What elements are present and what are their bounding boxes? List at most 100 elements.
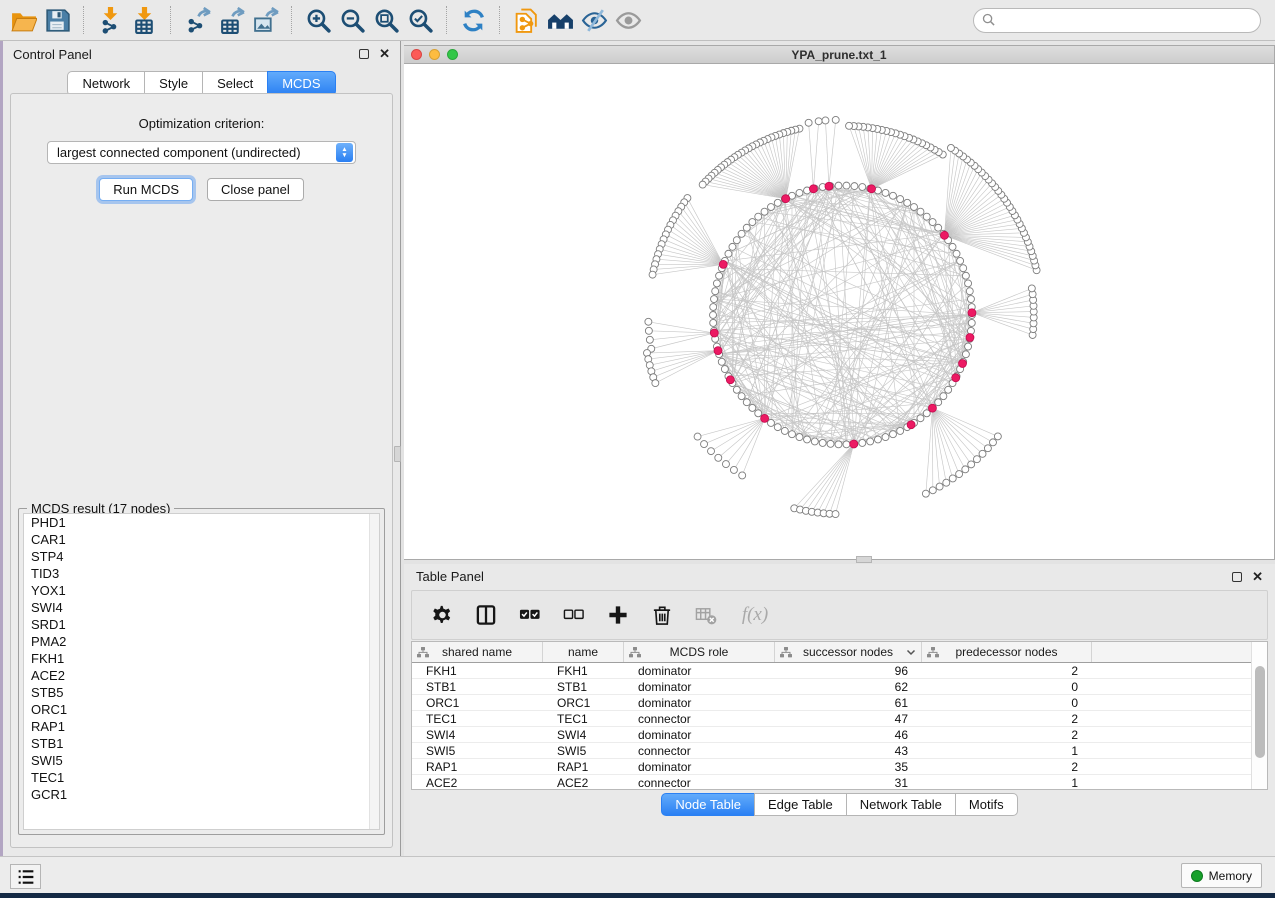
mcds-hub-node[interactable] [726,376,734,384]
cell-mcds_role[interactable]: dominator [624,727,775,742]
mcds-hub-node[interactable] [809,185,817,193]
result-node[interactable]: STB5 [24,684,379,701]
cell-shared_name[interactable]: STB1 [412,679,543,694]
save-session-icon[interactable] [40,4,74,36]
table-scrollbar-thumb[interactable] [1255,666,1265,758]
import-network-icon[interactable] [93,4,127,36]
result-node[interactable]: SWI5 [24,752,379,769]
mcds-hub-node[interactable] [907,421,915,429]
show-columns-icon[interactable] [474,603,498,627]
cell-shared_name[interactable]: ACE2 [412,775,543,789]
result-node[interactable]: STP4 [24,548,379,565]
tab-edge-table[interactable]: Edge Table [754,793,846,816]
mcds-hub-node[interactable] [959,360,967,368]
cell-successor_nodes[interactable]: 62 [775,679,922,694]
zoom-selected-icon[interactable] [403,4,437,36]
float-table-panel-icon[interactable] [1232,572,1242,582]
cell-mcds_role[interactable]: connector [624,775,775,789]
result-node[interactable]: PMA2 [24,633,379,650]
result-node[interactable]: SRD1 [24,616,379,633]
cell-predecessor_nodes[interactable]: 0 [922,679,1092,694]
result-node[interactable]: YOX1 [24,582,379,599]
cell-successor_nodes[interactable]: 47 [775,711,922,726]
function-builder-icon[interactable]: f(x) [738,603,772,627]
show-panels-button[interactable] [10,864,41,889]
cell-name[interactable]: STB1 [543,679,624,694]
export-network-icon[interactable] [180,4,214,36]
table-row[interactable]: ORC1ORC1dominator610 [412,695,1251,711]
mcds-hub-node[interactable] [868,185,876,193]
import-table-icon[interactable] [127,4,161,36]
horizontal-splitter-grip[interactable] [856,556,872,563]
result-node[interactable]: PHD1 [24,514,379,531]
table-row[interactable]: SWI4SWI4dominator462 [412,727,1251,743]
cell-name[interactable]: TEC1 [543,711,624,726]
cell-successor_nodes[interactable]: 46 [775,727,922,742]
destroy-table-icon[interactable] [694,603,718,627]
mcds-hub-node[interactable] [850,440,858,448]
settings-icon[interactable] [430,603,454,627]
cell-shared_name[interactable]: SWI5 [412,743,543,758]
cell-predecessor_nodes[interactable]: 2 [922,727,1092,742]
mcds-hub-node[interactable] [719,260,727,268]
splitter-grip[interactable] [394,446,401,462]
refresh-icon[interactable] [456,4,490,36]
cell-predecessor_nodes[interactable]: 2 [922,663,1092,678]
mcds-hub-node[interactable] [761,414,769,422]
table-row[interactable]: FKH1FKH1dominator962 [412,663,1251,679]
cell-successor_nodes[interactable]: 96 [775,663,922,678]
cell-name[interactable]: RAP1 [543,759,624,774]
tab-node-table[interactable]: Node Table [661,793,754,816]
show-eye-icon[interactable] [611,4,645,36]
cell-predecessor_nodes[interactable]: 1 [922,743,1092,758]
tab-network-table[interactable]: Network Table [846,793,955,816]
cell-mcds_role[interactable]: dominator [624,695,775,710]
result-node[interactable]: TEC1 [24,769,379,786]
export-table-icon[interactable] [214,4,248,36]
cell-shared_name[interactable]: TEC1 [412,711,543,726]
column-header-shared-name[interactable]: shared name [412,642,543,662]
network-home-icon[interactable] [543,4,577,36]
mcds-hub-node[interactable] [714,347,722,355]
cell-shared_name[interactable]: ORC1 [412,695,543,710]
result-node[interactable]: TID3 [24,565,379,582]
table-scrollbar[interactable] [1251,642,1267,789]
result-node[interactable]: STB1 [24,735,379,752]
add-icon[interactable] [606,603,630,627]
select-all-icon[interactable] [518,603,542,627]
result-node[interactable]: FKH1 [24,650,379,667]
cell-name[interactable]: SWI4 [543,727,624,742]
cell-name[interactable]: FKH1 [543,663,624,678]
mcds-hub-node[interactable] [928,404,936,412]
run-mcds-button[interactable]: Run MCDS [99,178,193,201]
network-snapshot-icon[interactable] [509,4,543,36]
result-node[interactable]: SWI4 [24,599,379,616]
search-input[interactable] [973,8,1261,33]
column-header-predecessor-nodes[interactable]: predecessor nodes [922,642,1092,662]
table-row[interactable]: RAP1RAP1dominator352 [412,759,1251,775]
result-list-scrollbar[interactable] [369,514,379,829]
open-file-icon[interactable] [6,4,40,36]
export-image-icon[interactable] [248,4,282,36]
zoom-in-icon[interactable] [301,4,335,36]
cell-predecessor_nodes[interactable]: 1 [922,775,1092,789]
column-header-successor-nodes[interactable]: successor nodes [775,642,922,662]
cell-shared_name[interactable]: SWI4 [412,727,543,742]
cell-successor_nodes[interactable]: 31 [775,775,922,789]
cell-mcds_role[interactable]: connector [624,743,775,758]
cell-mcds_role[interactable]: dominator [624,759,775,774]
hide-labels-icon[interactable] [577,4,611,36]
mcds-hub-node[interactable] [710,329,718,337]
memory-button[interactable]: Memory [1181,863,1262,888]
close-table-panel-icon[interactable]: ✕ [1252,572,1263,582]
cell-name[interactable]: SWI5 [543,743,624,758]
cell-successor_nodes[interactable]: 35 [775,759,922,774]
mcds-hub-node[interactable] [782,195,790,203]
criterion-select[interactable]: largest connected component (undirected)… [47,141,356,164]
unselect-all-icon[interactable] [562,603,586,627]
network-canvas[interactable] [404,64,1274,559]
cell-name[interactable]: ORC1 [543,695,624,710]
mcds-hub-node[interactable] [968,309,976,317]
cell-mcds_role[interactable]: dominator [624,679,775,694]
cell-successor_nodes[interactable]: 43 [775,743,922,758]
